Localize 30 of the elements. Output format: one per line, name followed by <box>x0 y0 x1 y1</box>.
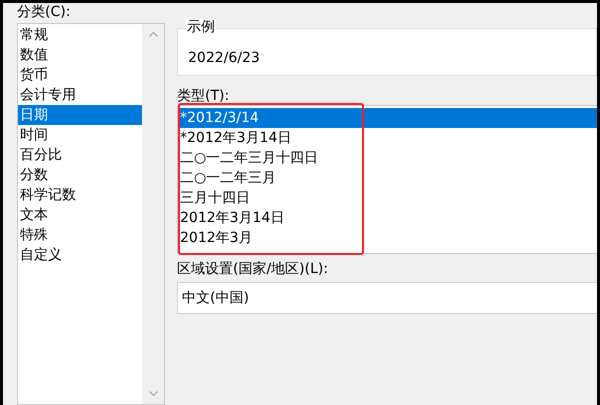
category-item[interactable]: 数值 <box>18 45 142 65</box>
category-item[interactable]: 常规 <box>18 25 142 45</box>
type-label: 类型(T): <box>177 87 230 105</box>
type-item[interactable]: *2012年3月14日 <box>178 128 597 148</box>
type-item[interactable]: 二○一二年三月十四日 <box>178 148 597 168</box>
category-item[interactable]: 自定义 <box>18 245 142 265</box>
type-item[interactable]: 2012年3月 <box>178 228 597 248</box>
type-item[interactable]: *2012/3/14 <box>178 108 597 128</box>
sample-label: 示例 <box>186 19 216 35</box>
locale-dropdown[interactable]: 中文(中国) <box>177 282 597 314</box>
category-label: 分类(C): <box>17 3 72 22</box>
type-list[interactable]: *2012/3/14 *2012年3月14日 二○一二年三月十四日 二○一二年三月 三月十四日 2012年3月14日 2012年3月 <box>177 105 597 254</box>
scrollbar[interactable] <box>142 24 164 404</box>
category-item[interactable]: 百分比 <box>18 145 142 165</box>
type-item[interactable]: 三月十四日 <box>178 188 597 208</box>
category-item[interactable]: 日期 <box>18 105 142 125</box>
category-list[interactable]: 常规 数值 货币 会计专用 日期 时间 百分比 分数 科学记数 文本 特殊 自定义 <box>17 23 165 405</box>
category-item[interactable]: 特殊 <box>18 225 142 245</box>
category-item[interactable]: 分数 <box>18 165 142 185</box>
scroll-up-icon[interactable] <box>148 32 158 37</box>
category-item[interactable]: 货币 <box>18 65 142 85</box>
locale-label: 区域设置(国家/地区)(L): <box>177 260 330 279</box>
type-item[interactable]: 二○一二年三月 <box>178 168 597 188</box>
category-item[interactable]: 时间 <box>18 125 142 145</box>
sample-value: 2022/6/23 <box>188 49 260 67</box>
scroll-down-icon[interactable] <box>148 391 158 396</box>
category-item[interactable]: 科学记数 <box>18 185 142 205</box>
category-item[interactable]: 文本 <box>18 205 142 225</box>
type-item[interactable]: 2012年3月14日 <box>178 208 597 228</box>
category-item[interactable]: 会计专用 <box>18 85 142 105</box>
